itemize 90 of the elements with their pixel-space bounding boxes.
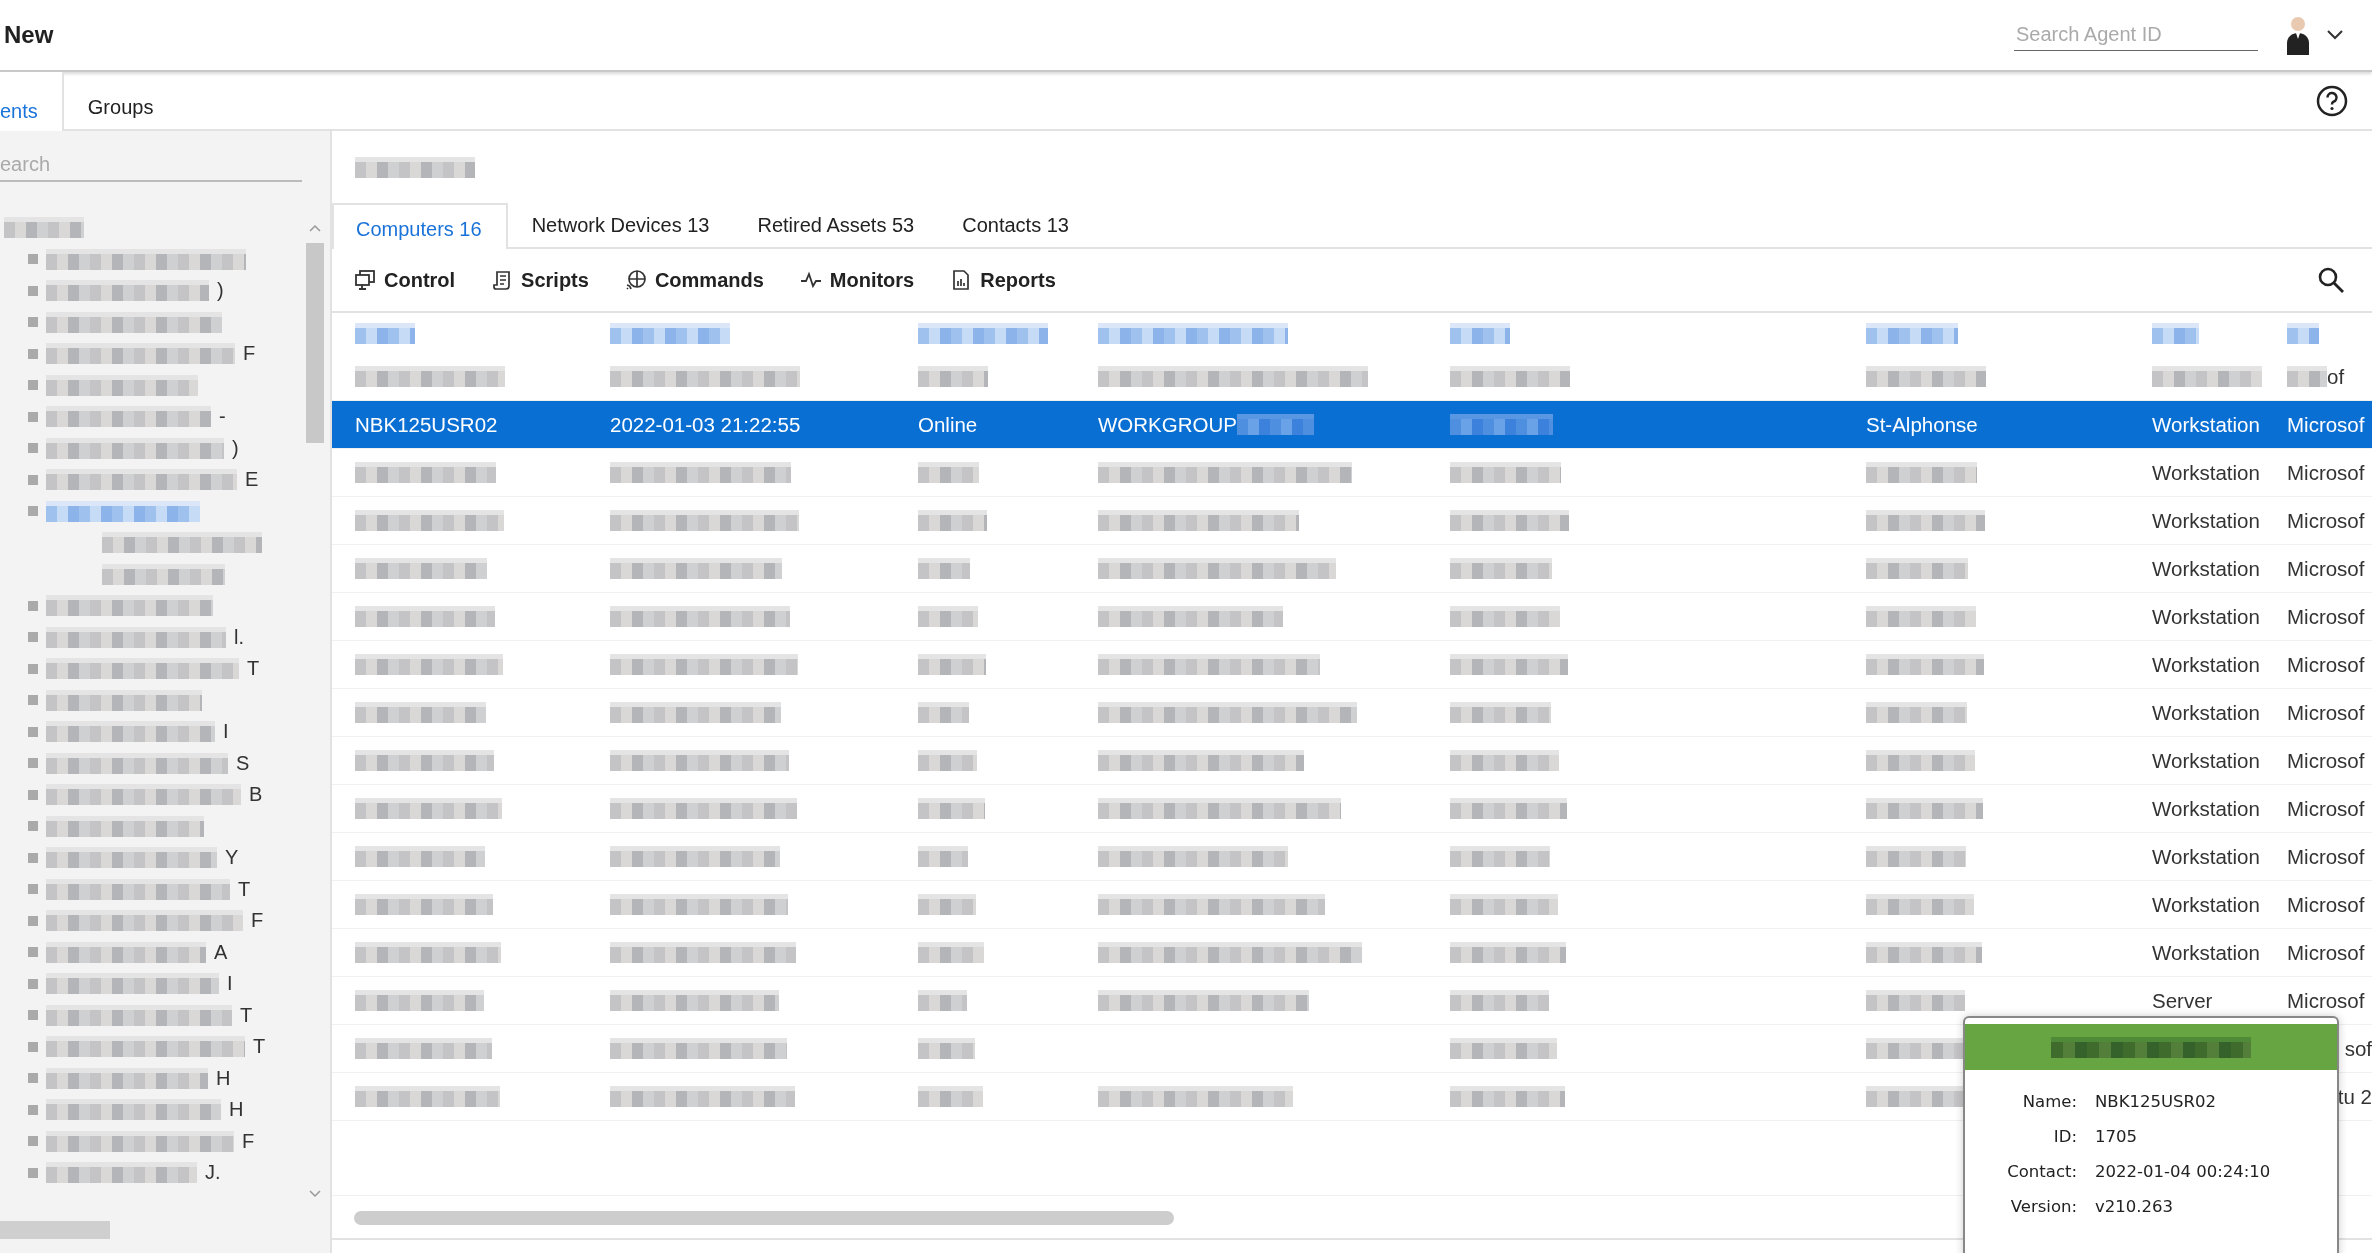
tab[interactable]: Retired Assets 53: [733, 203, 939, 247]
table-row[interactable]: Workstation Microsof: [332, 593, 2372, 641]
table-cell: sof: [2344, 1036, 2372, 1061]
table-cell: Workstation: [2152, 844, 2260, 869]
tab[interactable]: Network Devices 13: [507, 203, 734, 247]
table-row[interactable]: Workstation Microsof: [332, 497, 2372, 545]
table-cell: Workstation: [2152, 652, 2260, 677]
field-label: Version:: [2009, 1197, 2077, 1216]
tree-item-text: F: [251, 909, 264, 933]
table-row[interactable]: Workstation Microsof: [332, 929, 2372, 977]
tree-item-text: ): [232, 436, 239, 460]
table-row[interactable]: Workstation Microsof: [332, 737, 2372, 785]
tree-item-text: E: [245, 468, 259, 492]
table-cell: Workstation: [2152, 508, 2260, 533]
table-row[interactable]: of: [332, 353, 2372, 401]
field-label: Contact:: [2006, 1162, 2077, 1181]
table-cell: Workstation: [2152, 604, 2260, 629]
table-cell: Microsof: [2287, 940, 2365, 965]
tab[interactable]: Groups: [63, 72, 180, 129]
tree-item-text: Y: [225, 846, 239, 870]
table-cell: Online: [918, 412, 978, 437]
table-cell: Microsof: [2287, 844, 2365, 869]
tree-item-text: l.: [234, 625, 244, 649]
toolbar-button[interactable]: Monitors: [799, 268, 915, 292]
table-cell: Microsof: [2287, 412, 2365, 437]
table-cell: tu 2: [2337, 1084, 2372, 1109]
table-row[interactable]: Workstation Microsof: [332, 545, 2372, 593]
table-cell: Workstation: [2152, 748, 2260, 773]
tab[interactable]: Computers 16: [332, 203, 508, 249]
tree-item-text: I: [223, 720, 229, 744]
table-cell: Microsof: [2287, 748, 2365, 773]
field-value: NBK125USR02: [2095, 1092, 2217, 1111]
table-cell: WORKGROUP: [1098, 412, 1237, 437]
table-cell: Workstation: [2152, 412, 2260, 437]
tab[interactable]: ents: [0, 72, 64, 131]
table-cell: Microsof: [2287, 892, 2365, 917]
tab[interactable]: Contacts 13: [938, 203, 1093, 247]
table-cell: Workstation: [2152, 556, 2260, 581]
table-cell: Server: [2152, 988, 2213, 1013]
tree-item-text: -: [219, 405, 226, 429]
table-row[interactable]: Workstation Microsof: [332, 833, 2372, 881]
table-cell: Workstation: [2152, 460, 2260, 485]
table-cell: Microsof: [2287, 508, 2365, 533]
tree-item-text: J.: [205, 1161, 221, 1185]
tree-item-text: B: [249, 783, 263, 807]
tree-item-text: H: [229, 1098, 244, 1122]
tree-item-text: T: [240, 1003, 253, 1027]
table-cell: Microsof: [2287, 988, 2365, 1013]
table-cell: Microsof: [2287, 652, 2365, 677]
table-cell: Microsof: [2287, 556, 2365, 581]
tree-item-text: T: [247, 657, 260, 681]
field-value: 1705: [2095, 1127, 2138, 1146]
tree-item-text: T: [253, 1035, 266, 1059]
table-cell: NBK125USR02: [355, 412, 498, 437]
table-row[interactable]: Workstation Microsof: [332, 785, 2372, 833]
table-cell: Microsof: [2287, 604, 2365, 629]
table-row[interactable]: Workstation Microsof: [332, 449, 2372, 497]
toolbar-button[interactable]: Reports: [950, 268, 1056, 292]
toolbar-button[interactable]: Commands: [624, 268, 764, 292]
tree-item-text: I: [227, 972, 233, 996]
table-cell: Workstation: [2152, 940, 2260, 965]
tree-item-text: H: [216, 1066, 231, 1090]
tree-item-text: F: [243, 342, 256, 366]
search-field[interactable]: earch: [0, 149, 302, 182]
table-cell: Workstation: [2152, 892, 2260, 917]
table-cell: 2022-01-03 21:22:55: [610, 412, 801, 437]
field-value: 2022-01-04 00:24:10: [2095, 1162, 2272, 1181]
toolbar-button[interactable]: Control: [354, 268, 456, 292]
tree-item-text: F: [242, 1129, 255, 1153]
table-cell: Workstation: [2152, 700, 2260, 725]
table-row[interactable]: Workstation Microsof: [332, 641, 2372, 689]
table-cell: Workstation: [2152, 796, 2260, 821]
tree-item-text: A: [214, 940, 228, 964]
toolbar-button[interactable]: Scripts: [491, 268, 589, 292]
tree-item-text: T: [238, 877, 251, 901]
table-cell: Microsof: [2287, 700, 2365, 725]
table-row[interactable]: Workstation Microsof: [332, 689, 2372, 737]
tree-item-text: S: [236, 751, 250, 775]
table-row[interactable]: Workstation Microsof: [332, 881, 2372, 929]
table-cell: Microsof: [2287, 460, 2365, 485]
table-cell: of: [2327, 364, 2345, 389]
app-title: New: [4, 21, 55, 49]
table-row[interactable]: NBK125USR02 2022-01-03 21:22:55 Online WORKGROUP St-Alphonse Workstation Microsof: [332, 401, 2372, 449]
tree-item-text: ): [217, 279, 224, 303]
table-cell: Microsof: [2287, 796, 2365, 821]
table-cell: St-Alphonse: [1866, 412, 1978, 437]
field-label: Name:: [2021, 1092, 2077, 1111]
search-field[interactable]: Search Agent ID: [2014, 19, 2258, 51]
field-value: v210.263: [2095, 1197, 2174, 1216]
field-label: ID:: [2052, 1127, 2077, 1146]
